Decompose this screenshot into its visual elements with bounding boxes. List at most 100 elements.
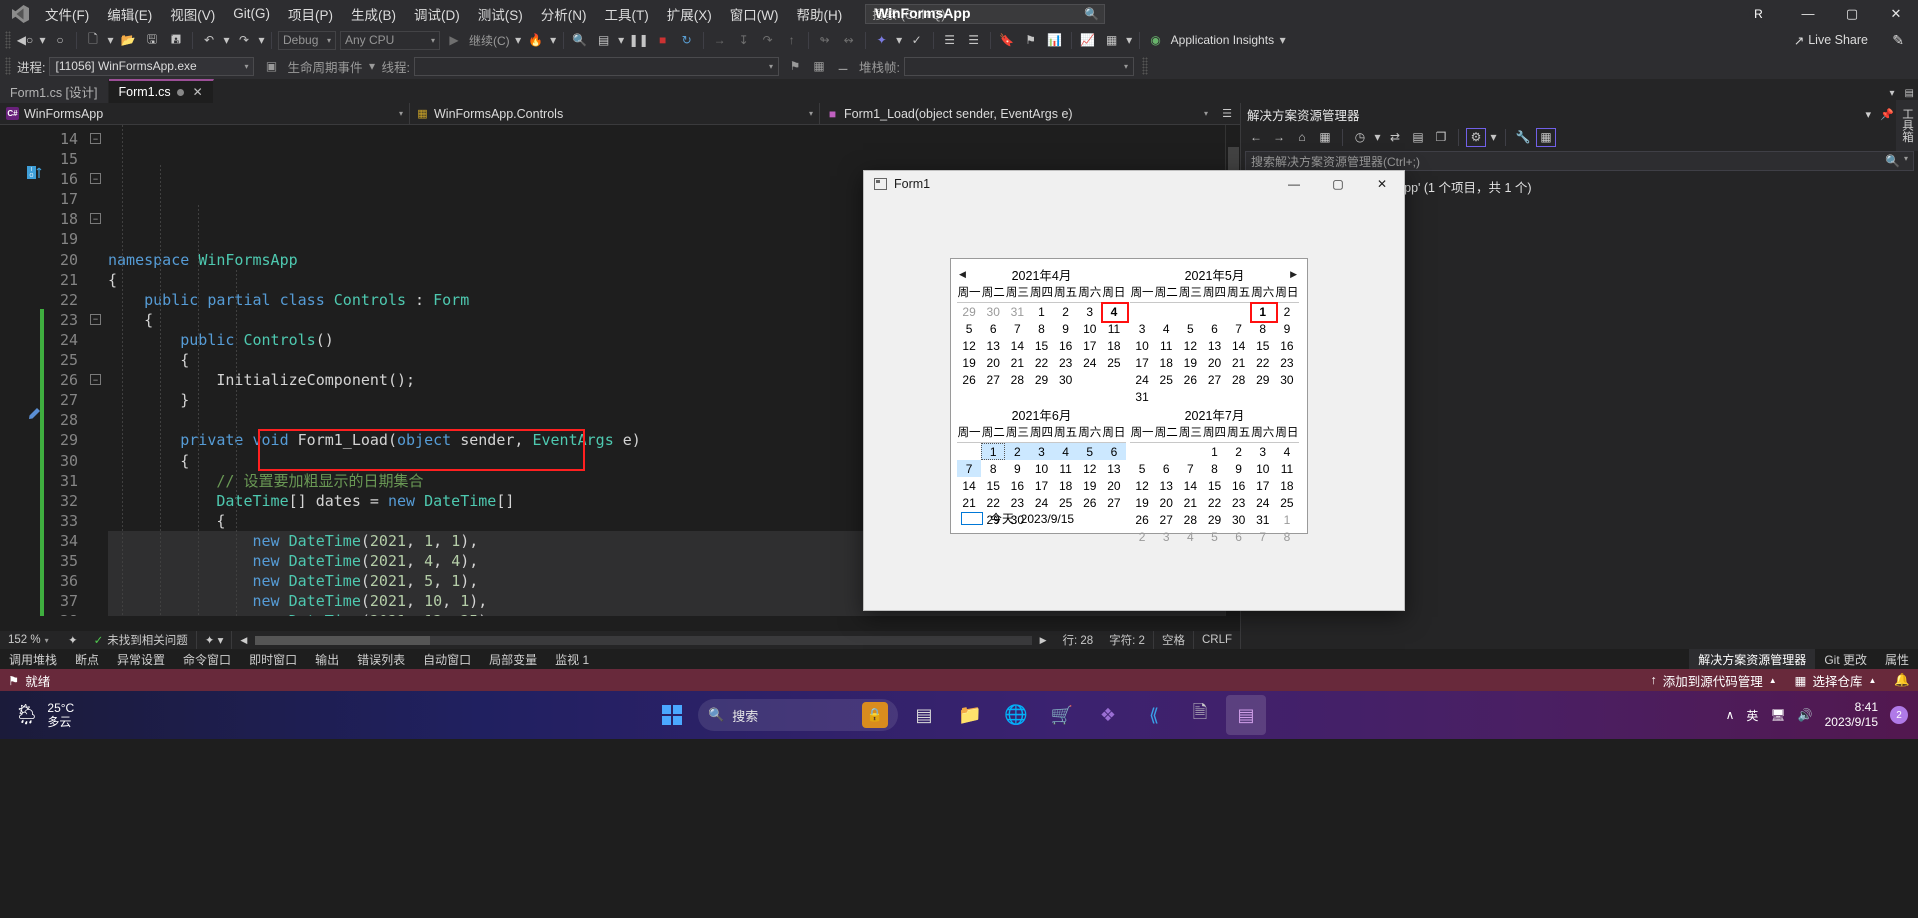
calendar-day-cell[interactable]: [1251, 388, 1275, 405]
stackframe-select[interactable]: ▾: [903, 56, 1134, 76]
calendar-day-cell[interactable]: 14: [1178, 477, 1202, 494]
calendar-day-cell[interactable]: [1178, 303, 1202, 321]
step-over-icon[interactable]: ↷: [757, 29, 779, 51]
line-ending-status[interactable]: CRLF: [1192, 631, 1240, 649]
navigate-forward-icon[interactable]: ○: [49, 29, 71, 51]
save-icon[interactable]: 🖫: [141, 29, 163, 51]
calendar-day-cell[interactable]: 14: [1227, 337, 1251, 354]
new-project-icon[interactable]: 🗋: [82, 29, 104, 51]
show-all-files-icon[interactable]: ❐: [1431, 128, 1451, 147]
lifecycle-dropdown-icon[interactable]: ▾: [368, 55, 377, 77]
solution-explorer-search-input[interactable]: 搜索解决方案资源管理器(Ctrl+;) 🔍 ▾: [1245, 151, 1914, 171]
new-project-dropdown-icon[interactable]: ▾: [106, 29, 115, 51]
break-all-icon[interactable]: ❚❚: [628, 29, 650, 51]
calendar-day-cell[interactable]: 12: [957, 337, 981, 354]
calendar-day-cell[interactable]: 13: [1154, 477, 1178, 494]
navbar-member-select[interactable]: ■ Form1_Load(object sender, EventArgs e)…: [820, 103, 1214, 125]
calendar-month-title[interactable]: 2021年7月: [1185, 405, 1245, 424]
intellicode-status-icon[interactable]: ✦: [60, 631, 86, 649]
calendar-day-cell[interactable]: [1227, 303, 1251, 321]
panel-tab-right-1[interactable]: Git 更改: [1815, 649, 1876, 669]
panel-tab-right-2[interactable]: 属性: [1876, 649, 1918, 669]
save-all-icon[interactable]: 🖪: [165, 29, 187, 51]
calendar-day-cell[interactable]: 29: [1029, 371, 1053, 388]
calendar-day-cell[interactable]: [957, 528, 981, 545]
notepad-button[interactable]: 🗎: [1180, 695, 1220, 735]
diagnostic-tools-icon[interactable]: 📈: [1077, 29, 1099, 51]
calendar-day-cell[interactable]: 30: [1227, 511, 1251, 528]
window-layout-icon[interactable]: ▦: [1101, 29, 1123, 51]
history-dropdown-icon[interactable]: ▾: [1373, 128, 1382, 147]
store-button[interactable]: 🛒: [1042, 695, 1082, 735]
code-cleanup-icon[interactable]: ✦ ▾: [195, 631, 232, 649]
editor-horizontal-scrollbar[interactable]: [0, 616, 1240, 631]
calendar-day-cell[interactable]: 29: [957, 303, 981, 321]
network-icon[interactable]: 🖥: [1770, 708, 1785, 722]
calendar-day-cell[interactable]: 6: [1101, 442, 1126, 460]
calendar-day-cell[interactable]: 17: [1029, 477, 1053, 494]
step-into-icon[interactable]: ↧: [733, 29, 755, 51]
maximize-button[interactable]: ▢: [1830, 0, 1874, 27]
calendar-day-cell[interactable]: 27: [1202, 371, 1226, 388]
view-dropdown-icon[interactable]: ▾: [1489, 128, 1498, 147]
calendar-day-cell[interactable]: 11: [1054, 460, 1078, 477]
tab-form1-designer[interactable]: Form1.cs [设计]: [0, 79, 109, 103]
uncomment-icon[interactable]: ☰: [963, 29, 985, 51]
calendar-day-cell[interactable]: 19: [1178, 354, 1202, 371]
show-hidden-icons-chevron[interactable]: ∧: [1726, 708, 1735, 722]
calendar-day-cell[interactable]: 5: [957, 320, 981, 337]
menu-item-test[interactable]: 测试(S): [469, 0, 532, 28]
menu-item-project[interactable]: 项目(P): [279, 0, 342, 28]
restart-icon[interactable]: ↻: [676, 29, 698, 51]
calendar-day-cell[interactable]: 29: [1251, 371, 1275, 388]
calendar-day-cell[interactable]: 21: [1005, 354, 1029, 371]
calendar-day-cell[interactable]: 31: [1130, 388, 1154, 405]
collapse-all-icon[interactable]: ▤: [1408, 128, 1428, 147]
tab-list-dropdown-icon[interactable]: ▾: [1890, 88, 1895, 99]
calendar-day-cell[interactable]: 5: [1130, 460, 1154, 477]
calendar-day-cell[interactable]: 9: [1054, 320, 1078, 337]
panel-tab-9[interactable]: 监视 1: [546, 649, 598, 669]
calendar-day-cell[interactable]: 30: [981, 303, 1005, 321]
undo-dropdown-icon[interactable]: ▾: [222, 29, 231, 51]
code-line[interactable]: new DateTime(2021, 12, 25): [108, 611, 1240, 616]
calendar-day-cell[interactable]: 25: [1154, 371, 1178, 388]
panel-tab-1[interactable]: 断点: [66, 649, 108, 669]
view-class-diagram-icon[interactable]: ⚙: [1466, 127, 1486, 147]
calendar-day-cell[interactable]: 7: [1005, 320, 1029, 337]
calendar-day-cell[interactable]: 14: [1005, 337, 1029, 354]
calendar-month-title[interactable]: 2021年4月: [1012, 265, 1072, 284]
panel-tab-3[interactable]: 命令窗口: [174, 649, 240, 669]
fold-toggle-icon[interactable]: −: [90, 213, 101, 225]
calendar-day-cell[interactable]: 22: [1029, 354, 1053, 371]
calendar-day-cell[interactable]: [1078, 528, 1102, 545]
split-editor-icon[interactable]: ☰: [1214, 107, 1240, 120]
home-icon[interactable]: ⌂: [1292, 128, 1312, 147]
search-icon[interactable]: 🔍 ▾: [1885, 154, 1908, 168]
toggle-bookmark-icon[interactable]: ⚑: [1020, 29, 1042, 51]
fold-toggle-icon[interactable]: −: [90, 133, 101, 144]
preview-selected-items-icon[interactable]: ▦: [1536, 127, 1556, 147]
calendar-day-cell[interactable]: 4: [1275, 443, 1299, 461]
calendar-day-cell[interactable]: 25: [1054, 494, 1078, 511]
window-layout-dropdown-icon[interactable]: ▾: [1125, 29, 1134, 51]
calendar-day-cell[interactable]: [1178, 443, 1202, 461]
winformsapp-button[interactable]: ▤: [1226, 695, 1266, 735]
calendar-day-cell[interactable]: 26: [1178, 371, 1202, 388]
calendar-day-cell[interactable]: 31: [1251, 511, 1275, 528]
spellcheck-icon[interactable]: ✓: [906, 29, 928, 51]
hot-reload-icon[interactable]: 🔥: [525, 29, 547, 51]
calendar-day-cell[interactable]: [1102, 511, 1126, 528]
glyph-margin[interactable]: IO: [0, 125, 48, 616]
taskbar-clock[interactable]: 8:41 2023/9/15: [1825, 700, 1878, 730]
calendar-day-cell[interactable]: [1054, 388, 1078, 405]
calendar-day-cell[interactable]: 2: [1275, 303, 1299, 321]
calendar-day-cell[interactable]: 7: [1251, 528, 1275, 545]
calendar-day-cell[interactable]: 26: [957, 371, 981, 388]
calendar-day-cell[interactable]: 18: [1154, 354, 1178, 371]
calendar-day-cell[interactable]: 25: [1102, 354, 1126, 371]
calendar-day-cell[interactable]: [981, 388, 1005, 405]
panel-tab-6[interactable]: 错误列表: [348, 649, 414, 669]
calendar-day-cell[interactable]: 21: [1227, 354, 1251, 371]
lifecycle-events-icon[interactable]: ▣: [260, 55, 282, 77]
